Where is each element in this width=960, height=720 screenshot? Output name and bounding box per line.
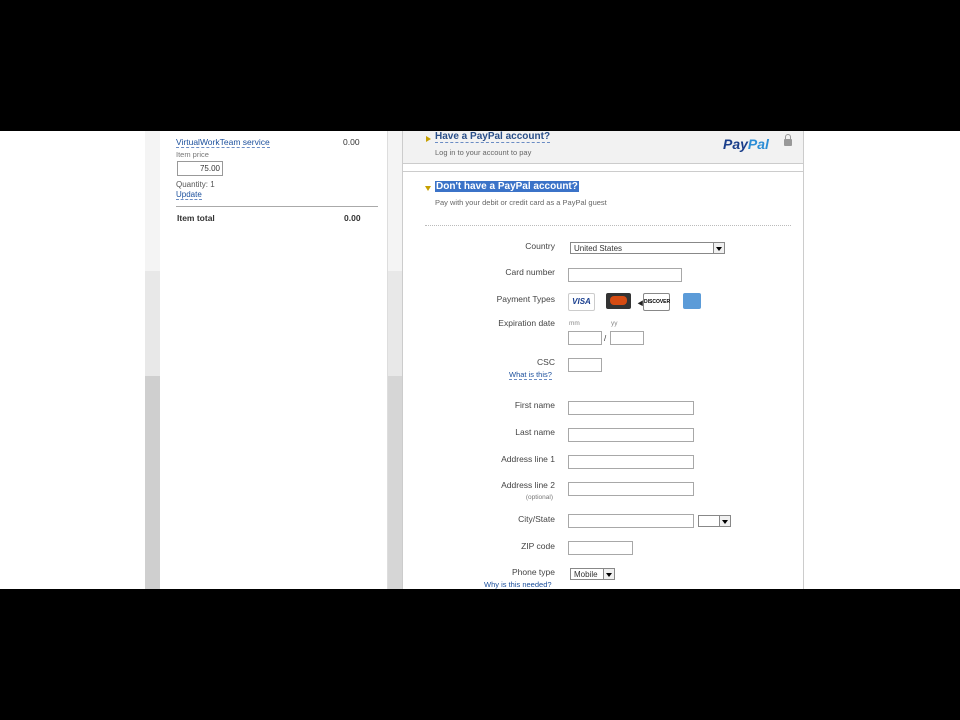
update-link[interactable]: Update [176,190,202,200]
mm-hint: mm [569,320,580,327]
browser-viewport: VirtualWorkTeam service 0.00 Item price … [0,131,960,589]
card-number-label: Card number [505,267,555,277]
have-account-subtitle: Log in to your account to pay [435,148,532,157]
expiration-month-field[interactable] [568,331,602,345]
chevron-down-icon [603,569,614,579]
address2-field[interactable] [568,482,694,496]
phone-type-select[interactable]: Mobile [570,568,615,580]
phone-type-label: Phone type [511,567,555,577]
address1-label: Address line 1 [501,454,555,464]
address1-field[interactable] [568,455,694,469]
phone-help-link[interactable]: Why is this needed? [484,580,552,589]
item-price-label: Item price [176,150,209,159]
state-select[interactable] [698,515,731,527]
address2-label: Address line 2 [501,480,555,490]
last-name-label: Last name [515,427,555,437]
expiration-year-field[interactable] [610,331,644,345]
column-separator [388,131,402,589]
quantity-text: Quantity: 1 [176,180,215,189]
city-field[interactable] [568,514,694,528]
payment-panel: Have a PayPal account? Log in to your ac… [402,131,804,589]
have-account-section: Have a PayPal account? Log in to your ac… [403,131,803,164]
amex-card-icon [683,293,701,309]
first-name-label: First name [514,400,555,410]
visa-card-icon: VISA [568,293,595,311]
paypal-logo: PayPal [723,136,769,152]
csc-help-link[interactable]: What is this? [509,370,552,380]
discover-card-icon: DISCOVER [643,293,670,311]
collapsed-arrow-icon [426,136,431,142]
optional-hint: (optional) [525,494,553,501]
divider [176,206,378,207]
first-name-field[interactable] [568,401,694,415]
country-label: Country [525,241,555,251]
last-name-field[interactable] [568,428,694,442]
date-slash: / [604,334,607,343]
have-account-link[interactable]: Have a PayPal account? [435,131,551,143]
guest-section-title[interactable]: Don't have a PayPal account? [435,181,579,192]
mastercard-icon [606,293,631,309]
card-number-field[interactable] [568,268,682,282]
item-amount: 0.00 [343,137,360,147]
cart-summary-panel: VirtualWorkTeam service 0.00 Item price … [160,131,388,589]
lock-icon [784,134,792,146]
zip-label: ZIP code [521,541,555,551]
item-price-input[interactable]: 75.00 [177,161,223,176]
expiration-label: Expiration date [498,318,555,328]
chevron-down-icon [719,516,730,526]
guest-section-subtitle: Pay with your debit or credit card as a … [435,198,607,207]
csc-field[interactable] [568,358,602,372]
zip-field[interactable] [568,541,633,555]
country-select[interactable]: United States [570,242,725,254]
city-state-label: City/State [518,514,555,524]
item-name-link[interactable]: VirtualWorkTeam service [176,137,270,148]
yy-hint: yy [611,320,618,327]
csc-label: CSC [537,357,555,367]
item-total-label: Item total [177,213,215,223]
expanded-arrow-icon [425,186,431,191]
dotted-divider [425,225,791,226]
left-gutter [145,131,160,589]
item-total-value: 0.00 [344,213,361,223]
chevron-down-icon [713,243,724,253]
payment-types-label: Payment Types [496,294,555,304]
